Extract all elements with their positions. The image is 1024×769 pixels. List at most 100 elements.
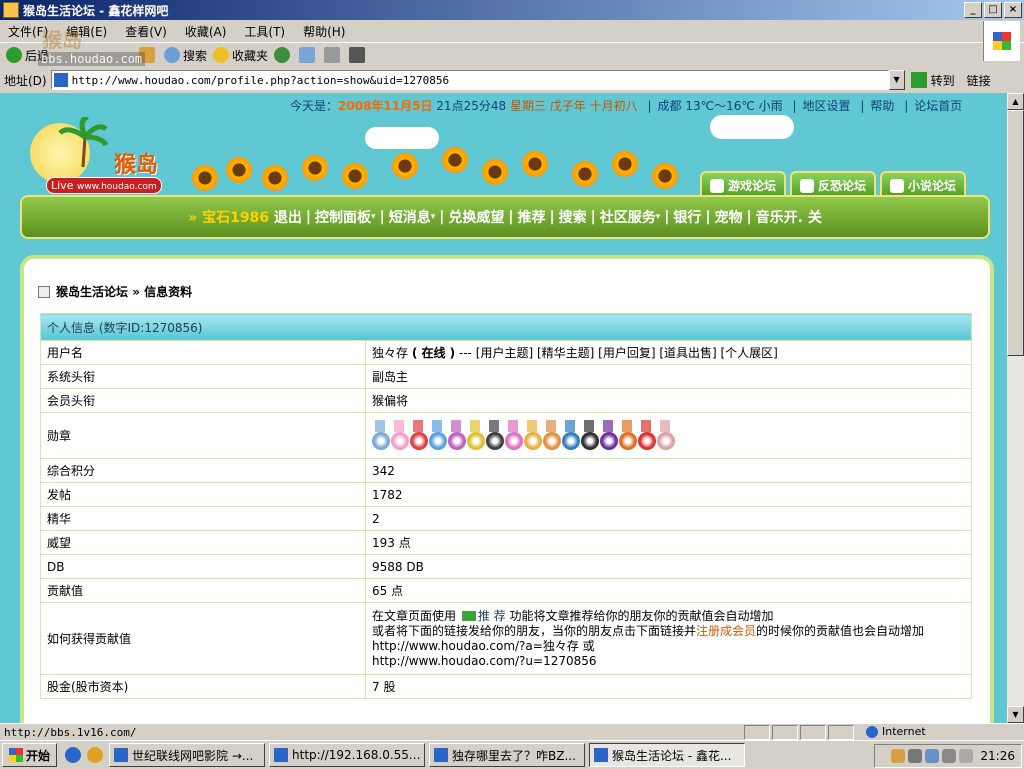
logo-name: 猴岛 bbox=[114, 153, 159, 178]
medal-icon[interactable] bbox=[429, 419, 447, 452]
help-link[interactable]: 帮助 bbox=[870, 99, 894, 113]
profile-table: 个人信息 (数字ID:1270856) 用户名 独々存 ( 在线 ) --- [… bbox=[40, 313, 972, 699]
member-title: 猴偏将 bbox=[365, 388, 972, 413]
ie-page-icon bbox=[594, 748, 609, 762]
medal-icon[interactable] bbox=[562, 419, 580, 452]
task-button-active[interactable]: 猴岛生活论坛 - 鑫花... bbox=[589, 743, 746, 767]
user-gem-link[interactable]: » 宝石1986 bbox=[188, 207, 269, 227]
nav-search[interactable]: 搜索 bbox=[559, 207, 587, 227]
table-row: 用户名 独々存 ( 在线 ) --- [用户主题] [精华主题] [用户回复] … bbox=[40, 340, 972, 365]
links-button[interactable]: 链接 bbox=[967, 72, 991, 89]
table-row: 威望 193 点 bbox=[40, 530, 972, 555]
medal-icon[interactable] bbox=[600, 419, 618, 452]
tray-app-icon[interactable] bbox=[891, 749, 906, 763]
table-row: 会员头衔 猴偏将 bbox=[40, 388, 972, 413]
maximize-button[interactable]: □ bbox=[984, 2, 1002, 18]
forum-home-link[interactable]: 论坛首页 bbox=[914, 99, 962, 113]
window-titlebar: 猴岛生活论坛 - 鑫花样网吧 _ □ × bbox=[0, 0, 1024, 20]
nav-messages[interactable]: 短消息 bbox=[389, 207, 431, 227]
cloud bbox=[710, 115, 794, 139]
user-links[interactable]: --- [用户主题] [精华主题] [用户回复] [道具出售] [个人展区] bbox=[455, 346, 778, 360]
nav-community[interactable]: 社区服务 bbox=[600, 207, 656, 227]
page-content: 今天是：2008年11月5日 21点25分48 星期三 戊子年 十月初八 | 成都… bbox=[0, 93, 1007, 723]
sunflower-icon bbox=[610, 149, 640, 179]
nav-control-panel[interactable]: 控制面板 bbox=[315, 207, 371, 227]
register-link[interactable]: 注册成会员 bbox=[696, 624, 756, 638]
minimize-button[interactable]: _ bbox=[964, 2, 982, 18]
tray-volume-icon[interactable] bbox=[942, 749, 957, 763]
medal-icon[interactable] bbox=[638, 419, 656, 452]
history-button[interactable] bbox=[274, 47, 293, 63]
medal-icon[interactable] bbox=[524, 419, 542, 452]
sunflower-icon bbox=[440, 145, 470, 175]
task-button[interactable]: 世纪联线网吧影院 →... bbox=[109, 743, 266, 767]
mail-icon bbox=[299, 47, 316, 63]
region-settings-link[interactable]: 地区设置 bbox=[803, 99, 851, 113]
ie-page-icon bbox=[3, 2, 19, 18]
tray-settings-icon[interactable] bbox=[959, 749, 974, 763]
sunflower-icon bbox=[520, 149, 550, 179]
tab-novel-forum[interactable]: 小说论坛 bbox=[880, 171, 967, 198]
menu-tools[interactable]: 工具(T) bbox=[244, 23, 285, 40]
clock: 21:26 bbox=[980, 749, 1015, 763]
edit-button[interactable] bbox=[349, 47, 368, 63]
site-logo[interactable]: 猴岛 Live www.houdao.com bbox=[28, 115, 178, 195]
menu-help[interactable]: 帮助(H) bbox=[303, 23, 345, 40]
collapse-icon[interactable] bbox=[38, 285, 50, 298]
search-button[interactable]: 搜索 bbox=[164, 47, 207, 64]
close-button[interactable]: × bbox=[1004, 2, 1022, 18]
logo-badge: Live www.houdao.com bbox=[46, 177, 162, 194]
scroll-up-button[interactable]: ▲ bbox=[1007, 93, 1024, 110]
medal-icon[interactable] bbox=[410, 419, 428, 452]
qq-icon[interactable] bbox=[87, 747, 104, 763]
nav-music[interactable]: 音乐开. 关 bbox=[756, 207, 822, 227]
sunflower-icon bbox=[224, 155, 254, 185]
medal-icon[interactable] bbox=[391, 419, 409, 452]
task-button[interactable]: 独存哪里去了？咋BZ... bbox=[429, 743, 586, 767]
vertical-scrollbar[interactable]: ▲ ▼ bbox=[1007, 93, 1024, 723]
lunar-day: 十月初八 bbox=[589, 99, 638, 113]
ie-icon[interactable] bbox=[65, 747, 82, 763]
medal-icon[interactable] bbox=[505, 419, 523, 452]
medal-icon[interactable] bbox=[467, 419, 485, 452]
breadcrumb-forum[interactable]: 猴岛生活论坛 bbox=[56, 283, 128, 300]
menu-favorites[interactable]: 收藏(A) bbox=[185, 23, 227, 40]
weather: 成都 13℃～16℃ 小雨 bbox=[657, 99, 783, 113]
start-button[interactable]: 开始 bbox=[2, 743, 58, 767]
address-dropdown[interactable]: ▼ bbox=[888, 70, 905, 90]
tab-game-forum[interactable]: 游戏论坛 bbox=[700, 171, 787, 198]
tab-cs-forum[interactable]: 反恐论坛 bbox=[790, 171, 877, 198]
nav-logout[interactable]: 退出 bbox=[274, 207, 302, 227]
mail-button[interactable] bbox=[299, 47, 318, 63]
medal-icon[interactable] bbox=[543, 419, 561, 452]
table-row: 贡献值 65 点 bbox=[40, 578, 972, 603]
task-button[interactable]: http://192.168.0.55... bbox=[269, 743, 426, 767]
scroll-thumb[interactable] bbox=[1007, 110, 1024, 356]
address-input[interactable]: http://www.houdao.com/profile.php?action… bbox=[50, 70, 889, 90]
address-url: http://www.houdao.com/profile.php?action… bbox=[71, 73, 450, 87]
medal-icon[interactable] bbox=[619, 419, 637, 452]
medal-icon[interactable] bbox=[372, 419, 390, 452]
sunflower-icon bbox=[340, 161, 370, 191]
history-icon bbox=[274, 47, 291, 63]
print-button[interactable] bbox=[324, 47, 343, 63]
favorites-button[interactable]: 收藏夹 bbox=[213, 47, 268, 64]
nav-exchange[interactable]: 兑换威望 bbox=[448, 207, 504, 227]
recommend-button[interactable]: 推 荐 bbox=[460, 609, 506, 623]
scroll-down-button[interactable]: ▼ bbox=[1007, 706, 1024, 723]
tray-network-icon[interactable] bbox=[925, 749, 940, 763]
medal-icon[interactable] bbox=[581, 419, 599, 452]
nav-recommend[interactable]: 推荐 bbox=[517, 207, 545, 227]
go-button[interactable]: 转到 bbox=[910, 72, 955, 89]
nav-pets[interactable]: 宠物 bbox=[715, 207, 743, 227]
medal-icon[interactable] bbox=[448, 419, 466, 452]
nav-bank[interactable]: 银行 bbox=[673, 207, 701, 227]
medal-icon[interactable] bbox=[657, 419, 675, 452]
address-bar: 地址(D) http://www.houdao.com/profile.php?… bbox=[0, 68, 1024, 92]
window-title: 猴岛生活论坛 - 鑫花样网吧 bbox=[23, 3, 169, 18]
ie-page-icon bbox=[114, 748, 129, 762]
tray-pen-icon[interactable] bbox=[908, 749, 923, 763]
medal-icon[interactable] bbox=[486, 419, 504, 452]
table-row: 发帖 1782 bbox=[40, 482, 972, 507]
system-tray: 21:26 bbox=[874, 744, 1022, 768]
